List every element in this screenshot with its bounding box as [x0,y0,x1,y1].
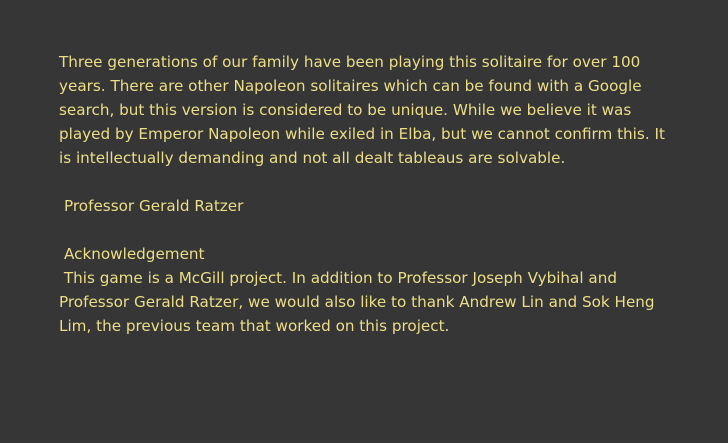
author-name: Professor Gerald Ratzer [64,197,244,215]
acknowledgement-text: This game is a McGill project. In additi… [59,269,660,335]
acknowledgement-heading: Acknowledgement [64,245,205,263]
about-panel: Three generations of our family have bee… [59,50,679,338]
about-paragraph: Three generations of our family have bee… [59,53,670,167]
